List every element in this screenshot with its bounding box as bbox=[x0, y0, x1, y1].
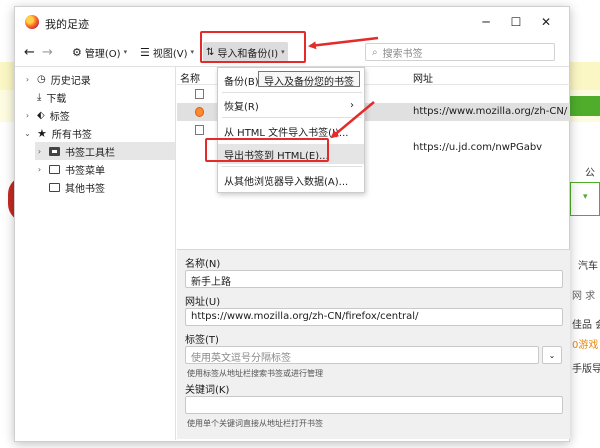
annotation-arrow-export bbox=[330, 101, 375, 139]
annotation-arrows bbox=[308, 36, 379, 139]
annotation-arrow-import bbox=[308, 36, 379, 50]
